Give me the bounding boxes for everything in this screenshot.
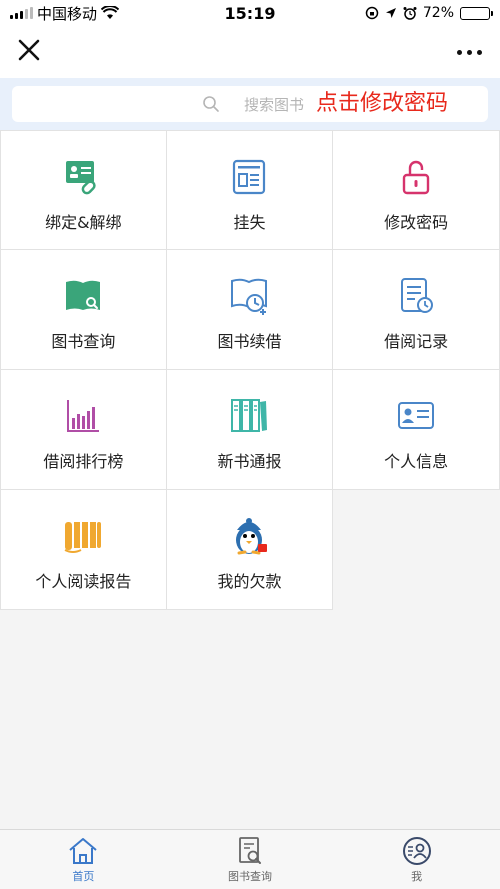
alarm-icon <box>403 7 417 20</box>
grid-item-label: 挂失 <box>233 213 266 232</box>
tab-home[interactable]: 首页 <box>0 830 167 889</box>
location-icon <box>385 8 396 18</box>
battery-percent: 72% <box>422 5 454 21</box>
grid-item-label: 个人信息 <box>384 452 449 471</box>
grid-empty-cell <box>333 490 500 610</box>
grid-item-new-books[interactable]: 新书通报 <box>166 370 334 490</box>
tab-label: 图书查询 <box>228 869 272 883</box>
id-card-link-icon <box>63 157 103 197</box>
search-icon <box>203 96 219 112</box>
grid-item-label: 借阅记录 <box>384 332 449 351</box>
status-right: 72% <box>320 5 493 21</box>
tab-book-search[interactable]: 图书查询 <box>167 830 334 889</box>
grid-item-change-password[interactable]: 修改密码 <box>333 130 500 250</box>
grid-item-label: 修改密码 <box>384 213 449 232</box>
grid-item-label: 借阅排行榜 <box>43 452 124 471</box>
grid-item-book-search[interactable]: 图书查询 <box>0 250 167 370</box>
grid-row: 借阅排行榜 新书通报 个人信息 <box>0 370 500 490</box>
grid-item-bind[interactable]: 绑定&解绑 <box>0 130 167 250</box>
grid-item-label: 图书续借 <box>217 332 282 351</box>
status-left: 中国移动 <box>10 3 180 24</box>
carrier-name: 中国移动 <box>37 4 98 23</box>
user-circle-icon <box>402 836 431 865</box>
close-icon[interactable] <box>18 37 40 67</box>
status-time: 15:19 <box>224 3 276 23</box>
grid-row: 绑定&解绑 挂失 修改密码 <box>0 130 500 250</box>
home-icon <box>69 837 97 864</box>
tab-bar: 首页 图书查询 我 <box>0 829 500 889</box>
grid-row: 个人阅读报告 我的欠款 <box>0 490 500 610</box>
grid-item-profile[interactable]: 个人信息 <box>333 370 500 490</box>
grid-item-label: 新书通报 <box>217 452 282 471</box>
search-placeholder: 搜索图书 <box>244 96 305 114</box>
unlock-icon <box>396 157 436 197</box>
grid-item-book-renew[interactable]: 图书续借 <box>166 250 334 370</box>
more-icon[interactable] <box>457 49 482 55</box>
battery-icon <box>460 6 493 20</box>
orientation-lock-icon <box>365 6 379 20</box>
wifi-icon <box>101 6 120 19</box>
annotation-text: 点击修改密码 <box>316 91 449 116</box>
book-renew-icon <box>229 276 269 316</box>
bar-chart-icon <box>63 396 103 436</box>
nav-bar <box>0 26 500 78</box>
signal-icon <box>10 7 33 19</box>
page: 中国移动 15:19 72% 搜索图书 点击修改密码 绑定&解绑 挂失 修改密码… <box>0 0 500 889</box>
status-bar: 中国移动 15:19 72% <box>0 0 500 26</box>
books-icon <box>229 396 269 436</box>
grid-item-report-loss[interactable]: 挂失 <box>166 130 334 250</box>
tab-me[interactable]: 我 <box>333 830 500 889</box>
grid-row: 图书查询 图书续借 借阅记录 <box>0 250 500 370</box>
grid-item-label: 绑定&解绑 <box>45 213 122 232</box>
grid-item-my-debts[interactable]: 我的欠款 <box>166 490 334 610</box>
grid-item-reading-report[interactable]: 个人阅读报告 <box>0 490 167 610</box>
profile-card-icon <box>396 396 436 436</box>
grid-item-label: 图书查询 <box>51 332 116 351</box>
tab-label: 我 <box>411 869 423 883</box>
report-loss-icon <box>229 157 269 197</box>
grid-item-label: 我的欠款 <box>217 572 282 591</box>
document-clock-icon <box>396 276 436 316</box>
penguin-icon <box>229 516 269 556</box>
book-search-icon <box>239 836 261 864</box>
grid-item-borrow-records[interactable]: 借阅记录 <box>333 250 500 370</box>
book-search-icon <box>63 276 103 316</box>
grid-item-borrow-ranking[interactable]: 借阅排行榜 <box>0 370 167 490</box>
scroll-icon <box>63 516 103 556</box>
tab-label: 首页 <box>72 869 95 883</box>
function-grid: 绑定&解绑 挂失 修改密码 图书查询 图书续借 借阅记录 借阅排行榜 新书通报 … <box>0 130 500 610</box>
grid-item-label: 个人阅读报告 <box>35 572 132 591</box>
